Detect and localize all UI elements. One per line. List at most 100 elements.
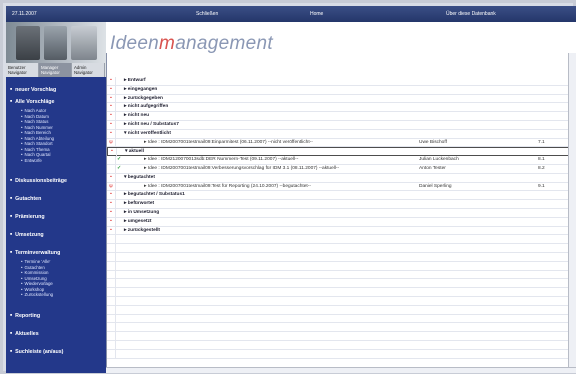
sidebar-subitem[interactable]: Termine 'Alle' [21,259,51,264]
vertical-scrollbar[interactable] [568,53,576,373]
role-tab-admin-navigator[interactable]: Admin Navigator [72,63,105,77]
category-label[interactable]: ▸ nicht aufgegriffen [124,103,168,111]
status-marker-icon: • [107,85,116,95]
empty-row [107,349,570,359]
idea-title[interactable]: ▸ Idee : IDM2007001testmail09:Verbesseru… [144,165,339,173]
marker-cell [107,349,116,359]
about-database-link[interactable]: Über diese Datenbank [446,11,496,17]
status-category-row[interactable]: • ▸ nicht neu / Substatus7 [107,121,570,130]
sidebar-subitem[interactable]: Nach Datum [21,114,49,119]
category-label[interactable]: ▸ in Umsetzung [124,209,159,217]
status-category-row[interactable]: • ▸ umgesetzt [107,217,570,227]
category-label[interactable]: ▸ umgesetzt [124,218,151,226]
category-label[interactable]: ▸ befürwortet [124,200,154,208]
status-category-row[interactable]: • ▾ begutachtet [107,173,570,183]
sidebar-subitem[interactable]: Zurückstellung [21,292,54,297]
status-category-row[interactable]: • ▸ befürwortet [107,200,570,209]
sidebar-item-terminverwaltung[interactable]: Terminverwaltung [10,250,60,256]
idea-row[interactable]: ψ ▸ Idee : IDM2007001testmail09:Einparmit… [107,138,570,148]
sidebar-subitem[interactable]: Nach Quartal [21,152,51,157]
status-marker-icon: • [107,94,116,104]
sidebar-item-alle-vorschläge[interactable]: Alle Vorschläge [10,99,54,105]
sidebar-subitem[interactable]: Nach Abteilung [21,136,55,141]
empty-row [107,279,570,289]
status-marker-icon: • [107,209,116,218]
sidebar-item-reporting[interactable]: Reporting [10,313,40,319]
sidebar-subitem[interactable]: Nach Standort [21,141,53,146]
idea-row[interactable]: ✓ ▸ Idee : IDM2120070013sdb:DER Nummern-T… [107,156,570,165]
empty-row [107,261,570,271]
status-marker-icon: • [107,200,116,209]
status-category-row[interactable]: • ▾ aktuell [107,147,570,158]
status-category-row[interactable]: • ▸ Entwurf [107,77,570,86]
portrait-banner: Benutzer Navigator Manager Navigator Adm… [6,22,106,77]
category-label[interactable]: ▸ begutachtet / Substatus1 [124,191,185,199]
category-label[interactable]: ▸ zurückgestellt [124,227,160,235]
idea-title[interactable]: ▸ Idee : IDM2007001testmail09:Einparmite… [144,139,313,147]
sidebar-subitem[interactable]: Nach Bereich [21,130,51,135]
status-category-row[interactable]: • ▸ nicht neu [107,112,570,121]
status-category-row[interactable]: • ▸ begutachtet / Substatus1 [107,191,570,201]
category-label[interactable]: ▸ Entwurf [124,77,146,85]
sidebar-item-aktuelles[interactable]: Aktuelles [10,331,39,337]
sidebar-subitem[interactable]: Workshop [21,287,45,292]
category-label[interactable]: ▸ nicht neu / Substatus7 [124,121,179,129]
sidebar-subitem[interactable]: Nach Nummer [21,125,53,130]
idea-author: Julian Luckenbach [419,157,459,163]
empty-row [107,288,570,297]
marker-cell [107,279,116,289]
role-tab-user-navigator[interactable]: Benutzer Navigator [6,63,39,77]
status-category-row[interactable]: • ▾ nicht veröffentlicht [107,129,570,139]
status-category-row[interactable]: • ▸ in Umsetzung [107,209,570,218]
sidebar-subitem[interactable]: Umsetzung [21,276,47,281]
checkmark-icon: ✓ [117,157,122,163]
sidebar-subitem[interactable]: Nach Autor [21,108,47,113]
sidebar-item-diskussionsbeiträge[interactable]: Diskussionsbeiträge [10,178,67,184]
status-marker-icon: • [107,217,116,227]
sidebar-subitem[interactable]: Wiedervorlage [21,281,53,286]
category-label[interactable]: ▸ eingegangen [124,86,157,94]
sidebar-subitem[interactable]: Gutachten [21,265,45,270]
sidebar-subitem[interactable]: Entwürfe [21,158,42,163]
marker-cell [107,341,116,350]
idea-title[interactable]: ▸ Idee : IDM2007001testmail09:Test für R… [144,183,311,191]
sidebar-subitem[interactable]: Nach Status [21,119,49,124]
marker-cell [107,235,116,245]
sidebar-item-suchleiste-an-aus-[interactable]: Suchleiste (an/aus) [10,349,63,355]
status-category-row[interactable]: • ▸ zurückgegeben [107,94,570,104]
idea-author: Daniel Sperling [419,183,452,189]
idea-row[interactable]: ✓ ▸ Idee : IDM2007001testmail09:Verbesser… [107,165,570,174]
role-tab-manager-navigator[interactable]: Manager Navigator [39,63,72,77]
marker-cell [107,156,116,165]
empty-row [107,244,570,253]
marker-cell [107,253,116,262]
sidebar-item-umsetzung[interactable]: Umsetzung [10,232,44,238]
marker-cell [107,288,116,297]
status-category-row[interactable]: • ▸ zurückgestellt [107,226,570,236]
status-category-row[interactable]: • ▸ eingegangen [107,85,570,95]
marker-cell [107,323,116,333]
status-marker-icon: • [107,129,116,139]
home-link[interactable]: Home [310,11,323,17]
status-category-row[interactable]: • ▸ nicht aufgegriffen [107,103,570,113]
idea-status-view: • ▸ Entwurf • ▸ eingegangen • ▸ zurückgegeben… [106,53,576,373]
status-marker-icon: ψ [107,182,116,192]
sidebar-subitem[interactable]: Nach Thema [21,147,50,152]
sidebar-item-prämierung[interactable]: Prämierung [10,214,44,220]
idea-number: 8.2 [538,166,545,171]
idea-title[interactable]: ▸ Idee : IDM2120070013sdb:DER Nummern-Te… [144,156,298,164]
horizontal-scrollbar[interactable] [106,367,576,373]
category-label[interactable]: ▾ nicht veröffentlicht [124,130,171,138]
checkmark-icon: ✓ [117,166,122,171]
category-label[interactable]: ▾ begutachtet [124,174,155,182]
category-label[interactable]: ▸ nicht neu [124,112,149,120]
idea-row[interactable]: ψ ▸ Idee : IDM2007001testmail09:Test für … [107,182,570,192]
sidebar-item-neuer-vorschlag[interactable]: neuer Vorschlag [10,87,56,93]
close-link[interactable]: Schließen [196,11,218,17]
category-label[interactable]: ▾ aktuell [125,148,144,156]
sidebar-item-gutachten[interactable]: Gutachten [10,196,41,202]
sidebar-subitem[interactable]: Kommission [21,270,49,275]
empty-row [107,297,570,306]
category-label[interactable]: ▸ zurückgegeben [124,95,163,103]
top-navigation-bar: 27.11.2007 Schließen Home Über diese Dat… [6,6,576,22]
